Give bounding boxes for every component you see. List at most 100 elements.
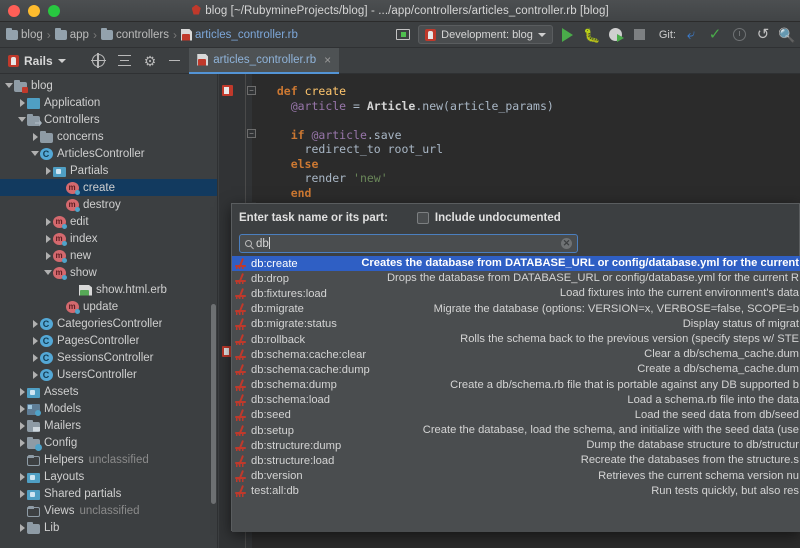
tree-item-helpers[interactable]: Helpersunclassified [0,451,217,468]
collapse-all-icon[interactable] [118,55,131,67]
chevron-right-icon[interactable] [43,167,53,175]
chevron-right-icon[interactable] [17,473,27,481]
tree-item-sessionscontroller[interactable]: CSessionsController [0,349,217,366]
tree-item-blog[interactable]: blog [0,77,217,94]
chevron-right-icon[interactable] [17,99,27,107]
chevron-right-icon[interactable] [30,133,40,141]
fold-icon[interactable]: − [247,86,256,95]
chevron-right-icon[interactable] [30,320,40,328]
chevron-down-icon[interactable] [4,83,14,88]
rake-task-item[interactable]: db:seedLoad the seed data from db/seed [232,408,800,423]
tree-item-categoriescontroller[interactable]: CCategoriesController [0,315,217,332]
tree-item-new[interactable]: mnew [0,247,217,264]
rake-task-item[interactable]: db:createCreates the database from DATAB… [232,256,800,271]
tree-item-config[interactable]: Config [0,434,217,451]
tree-item-update[interactable]: mupdate [0,298,217,315]
tree-item-userscontroller[interactable]: CUsersController [0,366,217,383]
chevron-right-icon[interactable] [17,524,27,532]
code-line [263,113,800,128]
tree-item-concerns[interactable]: concerns [0,128,217,145]
rake-task-popup[interactable]: Enter task name or its part: Include und… [231,203,800,531]
history-icon[interactable] [730,26,748,44]
chevron-right-icon[interactable] [17,405,27,413]
code-token: if [291,128,312,142]
tree-item-views[interactable]: Viewsunclassified [0,502,217,519]
locate-icon[interactable] [92,54,105,67]
debug-icon[interactable]: 🐛 [583,26,601,44]
sidebar-scrollbar[interactable] [211,304,216,504]
chevron-right-icon[interactable] [17,490,27,498]
task-search-input[interactable]: db ✕ [239,234,578,253]
rake-task-item[interactable]: db:migrate:statusDisplay status of migra… [232,317,800,332]
rake-task-item[interactable]: db:fixtures:loadLoad fixtures into the c… [232,286,800,301]
rails-menu-button[interactable]: Rails [0,54,66,68]
rake-task-item[interactable]: db:schema:cache:dumpCreate a db/schema_c… [232,362,800,377]
tree-item-controllers[interactable]: Controllers [0,111,217,128]
tree-item-shared-partials[interactable]: Shared partials [0,485,217,502]
tree-item-lib[interactable]: Lib [0,519,217,536]
tree-item-show[interactable]: mshow [0,264,217,281]
chevron-right-icon[interactable] [30,371,40,379]
tree-item-edit[interactable]: medit [0,213,217,230]
chevron-down-icon[interactable] [30,151,40,156]
rollback-icon[interactable]: ↺ [754,26,772,44]
breadcrumb-item-blog[interactable]: blog [21,29,43,41]
rake-task-item[interactable]: db:versionRetrieves the current schema v… [232,469,800,484]
rake-task-item[interactable]: db:migrateMigrate the database (options:… [232,302,800,317]
chevron-right-icon[interactable] [43,218,53,226]
tree-item-pagescontroller[interactable]: CPagesController [0,332,217,349]
close-icon[interactable]: × [324,53,331,67]
tree-item-application[interactable]: Application [0,94,217,111]
chevron-down-icon[interactable] [17,117,27,122]
tree-item-articlescontroller[interactable]: CArticlesController [0,145,217,162]
tree-item-destroy[interactable]: mdestroy [0,196,217,213]
breadcrumb-item-controllers[interactable]: controllers [116,29,169,41]
chevron-right-icon[interactable] [17,439,27,447]
rake-task-item[interactable]: db:dropDrops the database from DATABASE_… [232,271,800,286]
gear-icon[interactable]: ⚙ [144,54,157,68]
coverage-icon[interactable] [607,26,625,44]
search-icon[interactable]: 🔍 [778,26,796,44]
rake-task-description: Display status of migrat [683,317,799,332]
screen-icon[interactable] [394,26,412,44]
tree-item-layouts[interactable]: Layouts [0,468,217,485]
chevron-right-icon[interactable] [43,252,53,260]
update-project-icon[interactable]: ⤶ [682,26,700,44]
rake-task-item[interactable]: db:setupCreate the database, load the sc… [232,423,800,438]
hide-icon[interactable] [169,60,180,62]
chevron-right-icon[interactable] [30,354,40,362]
breakpoint-marker-icon[interactable] [222,85,233,96]
rake-task-item[interactable]: db:structure:loadRecreate the databases … [232,453,800,468]
tab-articles-controller[interactable]: articles_controller.rb × [189,48,339,74]
tree-item-index[interactable]: mindex [0,230,217,247]
breadcrumb-item-app[interactable]: app [70,29,89,41]
chevron-right-icon[interactable] [43,235,53,243]
rake-task-item[interactable]: test:all:dbRun tests quickly, but also r… [232,484,800,499]
rake-task-item[interactable]: db:schema:cache:clearClear a db/schema_c… [232,347,800,362]
rake-task-list[interactable]: db:createCreates the database from DATAB… [232,256,800,532]
chevron-right-icon[interactable] [30,337,40,345]
clear-icon[interactable]: ✕ [561,238,572,249]
rake-task-item[interactable]: db:structure:dumpDump the database struc… [232,438,800,453]
tree-item-create[interactable]: mcreate [0,179,217,196]
tree-item-show-html-erb[interactable]: show.html.erb [0,281,217,298]
chevron-right-icon[interactable] [17,388,27,396]
breadcrumb-item-file[interactable]: articles_controller.rb [195,29,298,41]
tree-item-partials[interactable]: Partials [0,162,217,179]
tree-item-assets[interactable]: Assets [0,383,217,400]
commit-icon[interactable]: ✓ [706,26,724,44]
rake-task-item[interactable]: db:schema:dumpCreate a db/schema.rb file… [232,378,800,393]
run-configuration-selector[interactable]: Development: blog [418,25,553,44]
checkbox-box[interactable] [417,212,429,224]
chevron-down-icon[interactable] [43,270,53,275]
rake-task-item[interactable]: db:rollbackRolls the schema back to the … [232,332,800,347]
project-tree-panel[interactable]: blogApplicationControllersconcernsCArtic… [0,74,218,548]
fold-icon[interactable]: − [247,129,256,138]
rake-task-item[interactable]: db:schema:loadLoad a schema.rb file into… [232,393,800,408]
tree-item-models[interactable]: Models [0,400,217,417]
stop-icon[interactable] [631,26,649,44]
include-undocumented-checkbox[interactable]: Include undocumented [417,212,561,224]
run-icon[interactable] [559,26,577,44]
chevron-right-icon[interactable] [17,422,27,430]
tree-item-mailers[interactable]: Mailers [0,417,217,434]
